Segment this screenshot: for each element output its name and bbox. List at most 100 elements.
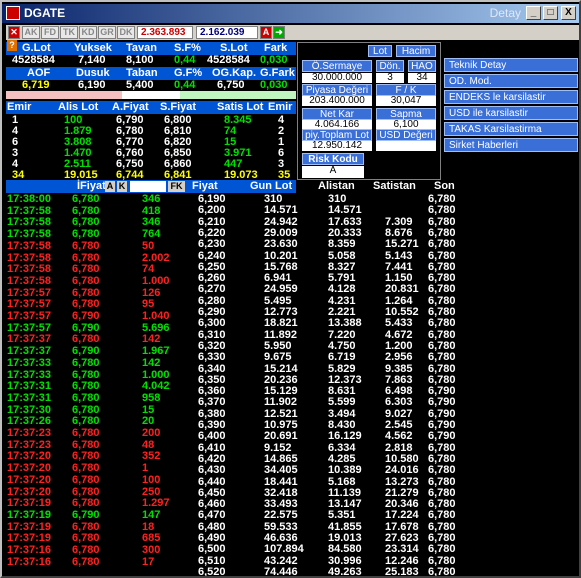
- price-cell: 10.552: [385, 306, 419, 318]
- price-cell: 6,780: [428, 565, 456, 578]
- kd-button[interactable]: KD: [79, 26, 97, 39]
- price-cell: 6,470: [198, 509, 226, 522]
- trade-cell: 6,780: [72, 391, 100, 404]
- price-cell: 6,370: [198, 396, 226, 409]
- k-filter-button[interactable]: K: [117, 181, 127, 192]
- trade-cell: 6,780: [72, 497, 100, 510]
- price-cell: 6,780: [428, 554, 456, 567]
- trade-cell: 17:38:00: [7, 193, 52, 205]
- header-yuksek: Yuksek: [74, 42, 112, 54]
- price-cell: 6,510: [198, 554, 226, 567]
- trade-cell: 6,780: [72, 356, 100, 369]
- price-cell: 6,300: [198, 317, 226, 330]
- trade-cell: 17:37:20: [7, 473, 52, 486]
- header-tavan: Tavan: [126, 42, 157, 54]
- a-filter-button[interactable]: A: [105, 181, 115, 192]
- tk-button[interactable]: TK: [60, 26, 78, 39]
- price-cell: 10.975: [264, 419, 298, 431]
- header-satis-lot: Satis Lot: [217, 101, 264, 113]
- trade-cell: 1.297: [142, 497, 170, 510]
- trade-cell: 200: [142, 427, 161, 439]
- price-cell: 5.950: [264, 339, 292, 352]
- price-cell: 5.058: [328, 249, 356, 262]
- trade-cell: 6,790: [72, 310, 100, 322]
- price-cell: 27.623: [385, 532, 419, 544]
- price-cell: 5.829: [328, 362, 356, 375]
- menu-teknik-detay[interactable]: Teknik Detay: [444, 58, 578, 72]
- trade-cell: 6,780: [72, 403, 100, 416]
- price-cell: 6,240: [198, 249, 226, 262]
- price-cell: 310: [264, 193, 283, 205]
- price-cell: 9.152: [264, 441, 292, 454]
- price-cell: 14.571: [264, 204, 298, 217]
- price-cell: 6,490: [198, 532, 226, 544]
- trade-cell: 17:37:58: [7, 216, 52, 229]
- trade-cell: 4.042: [142, 380, 170, 393]
- app-window: DGATE Detay _ □ X ✕ AK FD TK KD GR DK 2.…: [0, 0, 581, 578]
- price-cell: 6,520: [198, 565, 226, 578]
- gr-button[interactable]: GR: [98, 26, 116, 39]
- value-risk-kodu: A: [302, 166, 364, 178]
- header-fiyat: Fiyat: [192, 180, 218, 192]
- value-hao: 34: [408, 73, 436, 83]
- price-cell: 46.636: [264, 532, 298, 544]
- value-dusuk: 6,190: [78, 79, 106, 91]
- dk-button[interactable]: DK: [117, 26, 135, 39]
- header-dusuk: Dusuk: [76, 67, 110, 79]
- trade-cell: 20: [142, 415, 155, 428]
- menu-takas-karsilastirma[interactable]: TAKAS Karsilastirma: [444, 122, 578, 136]
- price-cell: 24.016: [385, 464, 419, 477]
- close-button[interactable]: X: [561, 6, 576, 20]
- menu-endeks-karsilastir[interactable]: ENDEKS le karsilastir: [444, 90, 578, 104]
- menu-sirket-haberleri[interactable]: Sirket Haberleri: [444, 138, 578, 152]
- close-icon[interactable]: ✕: [8, 26, 20, 39]
- price-cell: 21.279: [385, 486, 419, 499]
- menu-usd-karsilastir[interactable]: USD ile karsilastir: [444, 106, 578, 120]
- trade-cell: 74: [142, 263, 155, 276]
- title-bar[interactable]: DGATE Detay _ □ X: [2, 4, 579, 23]
- price-cell: 5.168: [328, 475, 356, 488]
- trade-cell: 5.696: [142, 321, 170, 334]
- trade-cell: 17:37:26: [7, 415, 52, 428]
- fk-button[interactable]: FK: [168, 181, 185, 192]
- trade-cell: 17:37:19: [7, 497, 52, 510]
- price-cell: 2.956: [385, 351, 413, 364]
- arrow-icon[interactable]: ➜: [273, 26, 285, 39]
- trade-cell: 17:37:31: [7, 380, 52, 393]
- trade-cell: 18: [142, 520, 155, 533]
- trade-cell: 17:37:30: [7, 403, 52, 416]
- price-cell: 20.346: [385, 498, 419, 511]
- menu-od-mod[interactable]: OD. Mod.: [444, 74, 578, 88]
- header-taban: Taban: [126, 67, 158, 79]
- trade-cell: 6,780: [72, 274, 100, 287]
- fd-button[interactable]: FD: [41, 26, 59, 39]
- price-cell: 6,190: [198, 193, 226, 205]
- price-cell: 310: [328, 193, 347, 205]
- price-cell: 6,340: [198, 362, 226, 375]
- trade-cell: 6,780: [72, 298, 100, 311]
- price-cell: 20.831: [385, 283, 419, 296]
- price-cell: 8.359: [328, 238, 356, 251]
- price-cell: 29.009: [264, 226, 298, 239]
- trade-cell: 1.000: [142, 368, 170, 381]
- price-cell: 6.303: [385, 396, 413, 409]
- ak-button[interactable]: AK: [22, 26, 40, 39]
- minimize-button[interactable]: _: [526, 6, 541, 20]
- value-tavan: 8,100: [126, 54, 154, 66]
- price-cell: 6,280: [198, 294, 226, 307]
- trade-cell: 6,780: [72, 427, 100, 439]
- value-field-1: 2.363.893: [137, 26, 193, 39]
- hacim-toggle[interactable]: Hacim: [396, 45, 436, 57]
- trade-cell: 17:37:19: [7, 532, 52, 545]
- help-icon[interactable]: ?: [7, 40, 17, 51]
- price-cell: 11.139: [328, 486, 362, 499]
- lot-toggle[interactable]: Lot: [368, 45, 392, 57]
- value-piyasa-degeri: 203.400.000: [302, 96, 372, 106]
- trade-cell: 6,780: [72, 204, 100, 217]
- trade-cell: 6,780: [72, 462, 100, 475]
- filter-input[interactable]: [130, 181, 166, 192]
- value-slot: 4528584: [207, 54, 250, 66]
- price-cell: 1.150: [385, 272, 413, 285]
- price-cell: 84.580: [328, 543, 362, 556]
- maximize-button[interactable]: □: [543, 6, 558, 20]
